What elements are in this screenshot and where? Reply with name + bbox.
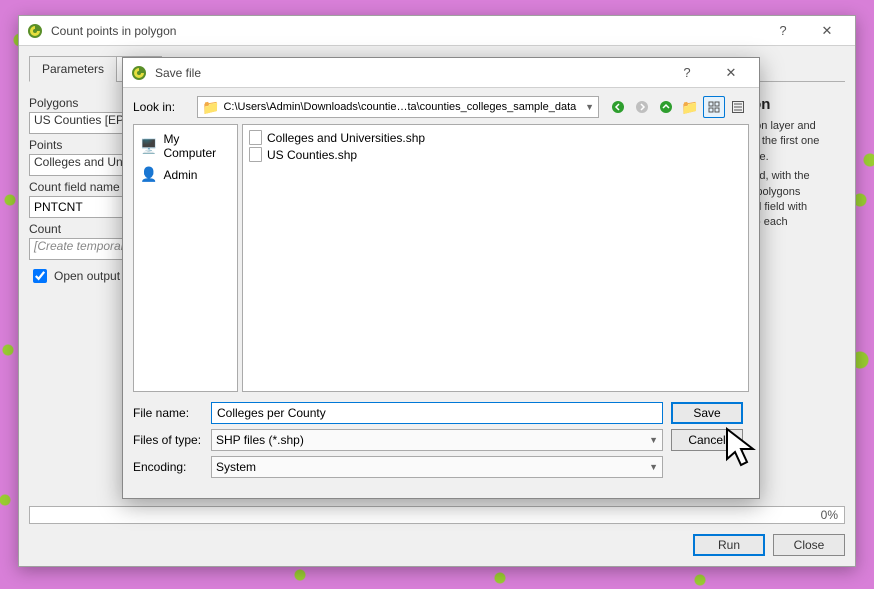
run-button[interactable]: Run <box>693 534 765 556</box>
filename-label: File name: <box>133 406 203 420</box>
save-close-button[interactable]: ✕ <box>709 59 753 87</box>
help-button[interactable]: ? <box>761 17 805 45</box>
shortcuts-list: 🖥️ My Computer 👤 Admin <box>133 124 238 392</box>
file-name: Colleges and Universities.shp <box>267 131 425 145</box>
file-list[interactable]: Colleges and Universities.shp US Countie… <box>242 124 749 392</box>
save-button[interactable]: Save <box>671 402 743 424</box>
path-select[interactable]: 📁 C:\Users\Admin\Downloads\countie…ta\co… <box>197 96 599 118</box>
icon-view-button[interactable] <box>703 96 725 118</box>
file-item[interactable]: Colleges and Universities.shp <box>247 129 744 146</box>
progress-text: 0% <box>821 508 838 522</box>
open-after-check[interactable] <box>33 269 47 283</box>
file-name: US Counties.shp <box>267 148 357 162</box>
save-help-button[interactable]: ? <box>665 59 709 87</box>
folder-icon: 📁 <box>681 99 698 116</box>
tab-parameters[interactable]: Parameters <box>29 56 117 82</box>
grid-icon <box>708 101 720 113</box>
arrow-up-icon <box>659 100 673 114</box>
filetype-label: Files of type: <box>133 433 203 447</box>
sidebar-item-label: My Computer <box>163 132 231 160</box>
progress-bar: 0% <box>29 506 845 524</box>
encoding-select[interactable]: System ▼ <box>211 456 663 478</box>
arrow-left-icon <box>611 100 625 114</box>
encoding-value: System <box>216 460 256 474</box>
cancel-button[interactable]: Cancel <box>671 429 743 451</box>
filetype-select[interactable]: SHP files (*.shp) ▼ <box>211 429 663 451</box>
folder-icon: 📁 <box>202 99 219 116</box>
filetype-value: SHP files (*.shp) <box>216 433 304 447</box>
list-icon <box>732 101 744 113</box>
back-button[interactable] <box>607 96 629 118</box>
chevron-down-icon: ▼ <box>649 462 658 472</box>
file-icon <box>249 147 262 162</box>
up-button[interactable] <box>655 96 677 118</box>
encoding-label: Encoding: <box>133 460 203 474</box>
qgis-icon <box>27 23 43 39</box>
save-title: Save file <box>155 66 665 80</box>
file-icon <box>249 130 262 145</box>
close-dialog-button[interactable]: Close <box>773 534 845 556</box>
arrow-right-icon <box>635 100 649 114</box>
list-view-button[interactable] <box>727 96 749 118</box>
sidebar-item-label: Admin <box>163 168 197 182</box>
user-icon: 👤 <box>140 166 157 183</box>
chevron-down-icon: ▼ <box>585 102 594 112</box>
lookin-label: Look in: <box>133 100 189 114</box>
chevron-down-icon: ▼ <box>649 435 658 445</box>
save-file-dialog: Save file ? ✕ Look in: 📁 C:\Users\Admin\… <box>122 57 760 499</box>
save-titlebar: Save file ? ✕ <box>123 58 759 88</box>
qgis-icon <box>131 65 147 81</box>
file-item[interactable]: US Counties.shp <box>247 146 744 163</box>
path-text: C:\Users\Admin\Downloads\countie…ta\coun… <box>223 101 576 113</box>
main-title: Count points in polygon <box>51 24 761 38</box>
new-folder-button[interactable]: 📁 <box>679 96 701 118</box>
pc-icon: 🖥️ <box>140 138 157 155</box>
sidebar-item-mycomputer[interactable]: 🖥️ My Computer <box>138 129 233 163</box>
main-titlebar: Count points in polygon ? ✕ <box>19 16 855 46</box>
close-button[interactable]: ✕ <box>805 17 849 45</box>
filename-input[interactable] <box>211 402 663 424</box>
forward-button[interactable] <box>631 96 653 118</box>
sidebar-item-user[interactable]: 👤 Admin <box>138 163 233 186</box>
